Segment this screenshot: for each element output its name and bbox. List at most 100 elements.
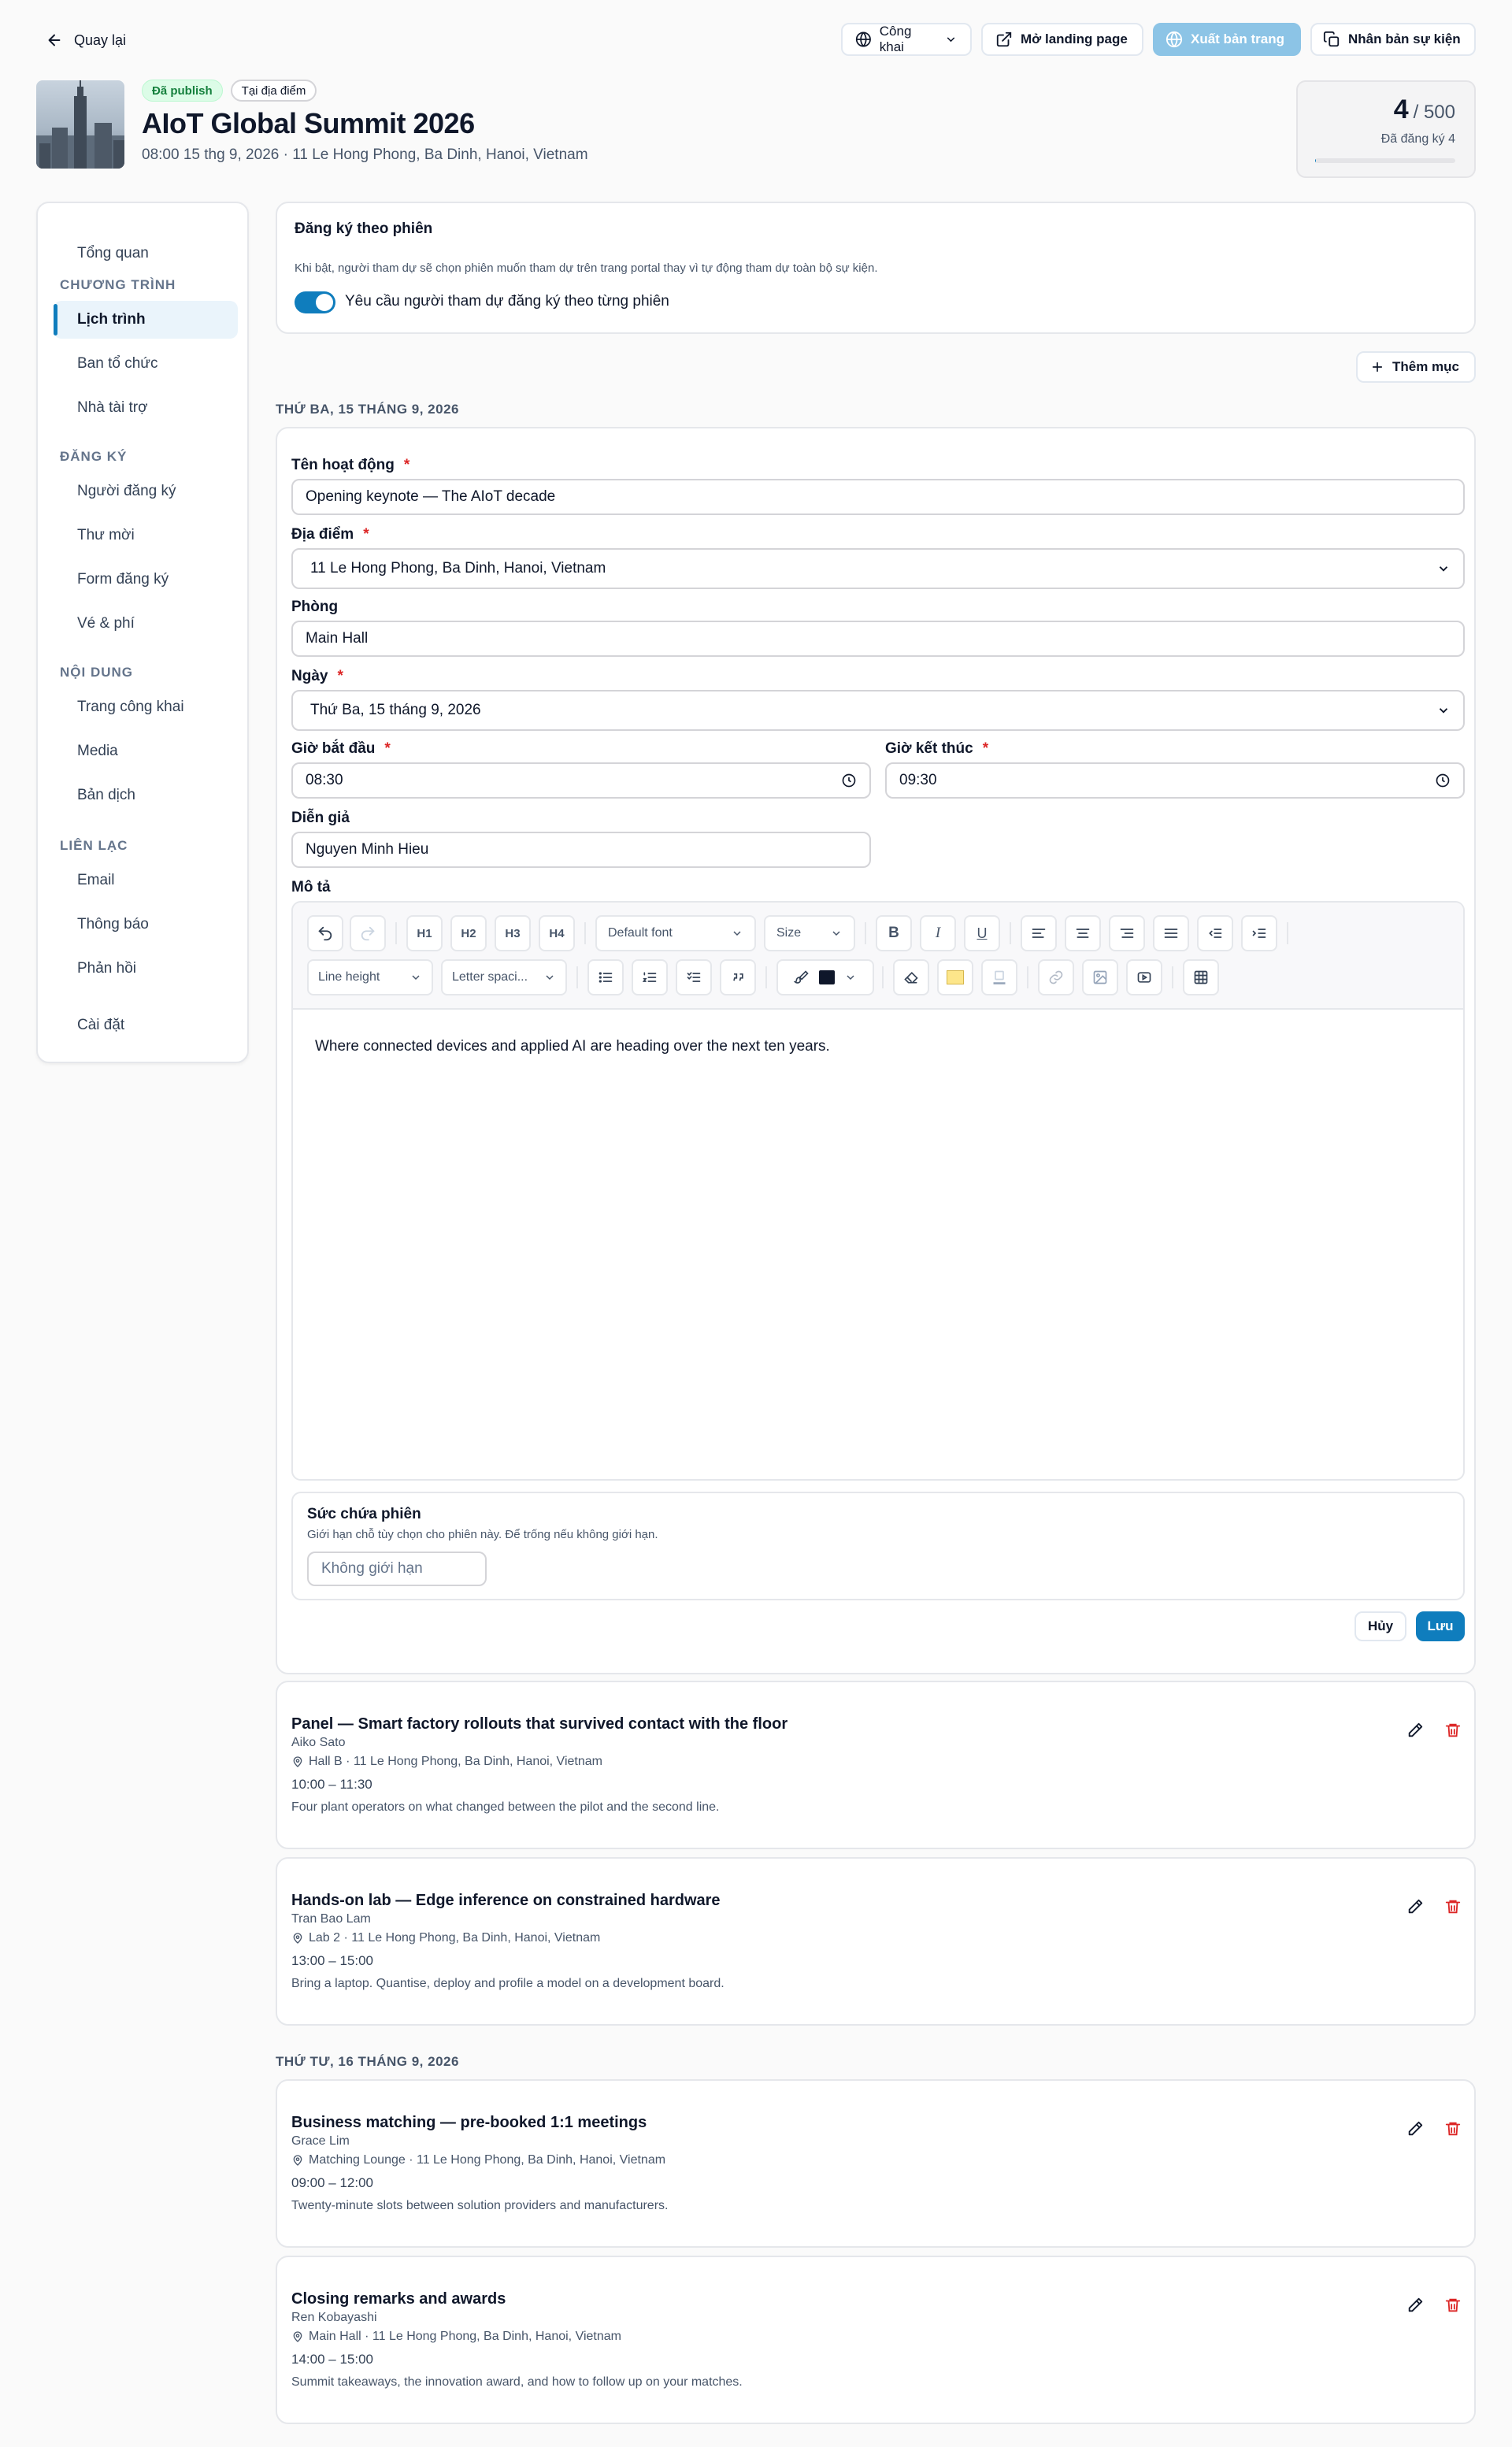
sidebar-item-registrants[interactable]: Người đăng ký <box>54 473 238 510</box>
highlight-swatch <box>947 970 964 984</box>
activity-speaker: Aiko Sato <box>291 1736 346 1749</box>
sidebar-item-email[interactable]: Email <box>54 862 238 899</box>
delete-activity-button[interactable] <box>1444 1898 1462 1915</box>
line-height-select[interactable]: Line height <box>307 959 433 995</box>
sidebar-item-label: Form đăng ký <box>77 571 169 588</box>
redo-button[interactable] <box>350 915 386 951</box>
align-justify-button[interactable] <box>1153 915 1189 951</box>
image-button[interactable] <box>1082 959 1118 995</box>
delete-activity-button[interactable] <box>1444 2297 1462 2314</box>
ordered-list-icon <box>642 972 657 982</box>
open-landing-button[interactable]: Mở landing page <box>981 23 1143 56</box>
ordered-list-button[interactable] <box>632 959 668 995</box>
activity-name-input[interactable]: Opening keynote — The AIoT decade <box>291 479 1465 515</box>
activity-location: Matching Lounge · 11 Le Hong Phong, Ba D… <box>291 2153 665 2167</box>
align-left-button[interactable] <box>1021 915 1057 951</box>
date-select[interactable]: Thứ Ba, 15 tháng 9, 2026 <box>291 690 1465 731</box>
speaker-input[interactable]: Nguyen Minh Hieu <box>291 832 871 868</box>
toolbar-divider <box>882 966 884 988</box>
delete-activity-button[interactable] <box>1444 1722 1462 1739</box>
activity-time: 13:00 – 15:00 <box>291 1953 373 1968</box>
pencil-icon <box>1408 2121 1423 2136</box>
sidebar-item-public-page[interactable]: Trang công khai <box>54 688 238 726</box>
letter-spacing-select[interactable]: Letter spaci... <box>441 959 567 995</box>
sidebar-item-schedule[interactable]: Lịch trình <box>54 301 238 339</box>
indent-button[interactable] <box>1241 915 1277 951</box>
sidebar-item-translations[interactable]: Bản dịch <box>54 777 238 814</box>
align-center-button[interactable] <box>1065 915 1101 951</box>
clock-icon[interactable] <box>1435 773 1451 788</box>
activity-card[interactable]: Hands-on lab — Edge inference on constra… <box>276 1857 1476 2026</box>
heading-1-button[interactable]: H1 <box>406 915 443 951</box>
activity-card[interactable]: Closing remarks and awards Ren Kobayashi… <box>276 2256 1476 2424</box>
toolbar-divider <box>865 922 866 944</box>
text-color-picker[interactable] <box>776 959 874 995</box>
toolbar-divider <box>1287 922 1288 944</box>
link-button[interactable] <box>1038 959 1074 995</box>
highlight-button[interactable] <box>937 959 973 995</box>
delete-activity-button[interactable] <box>1444 2120 1462 2137</box>
sidebar-heading-contact: LIÊN LẠC <box>60 838 128 853</box>
edit-activity-button[interactable] <box>1406 2297 1424 2314</box>
plus-icon <box>1372 361 1383 373</box>
publish-button[interactable]: Xuất bản trang <box>1153 23 1301 56</box>
heading-2-button[interactable]: H2 <box>450 915 487 951</box>
sidebar-item-notifications[interactable]: Thông báo <box>54 906 238 944</box>
outdent-button[interactable] <box>1197 915 1233 951</box>
background-color-button[interactable] <box>981 959 1017 995</box>
undo-button[interactable] <box>307 915 343 951</box>
session-capacity-input[interactable]: Không giới hạn <box>307 1552 487 1586</box>
video-button[interactable] <box>1126 959 1162 995</box>
italic-button[interactable]: I <box>920 915 956 951</box>
session-registration-toggle[interactable] <box>295 291 335 313</box>
bold-button[interactable]: B <box>876 915 912 951</box>
activity-speaker: Tran Bao Lam <box>291 1912 371 1926</box>
underline-button[interactable]: U <box>964 915 1000 951</box>
location-select[interactable]: 11 Le Hong Phong, Ba Dinh, Hanoi, Vietna… <box>291 548 1465 589</box>
back-button[interactable]: Quay lại <box>46 28 126 52</box>
font-family-select[interactable]: Default font <box>595 915 756 951</box>
edit-activity-button[interactable] <box>1406 1898 1424 1915</box>
link-icon <box>1049 970 1063 984</box>
room-input[interactable]: Main Hall <box>291 621 1465 657</box>
sidebar-heading-program: CHƯƠNG TRÌNH <box>60 277 176 292</box>
heading-3-button[interactable]: H3 <box>495 915 531 951</box>
activity-card[interactable]: Panel — Smart factory rollouts that surv… <box>276 1681 1476 1849</box>
cancel-button[interactable]: Hủy <box>1354 1611 1406 1641</box>
save-button[interactable]: Lưu <box>1416 1611 1465 1641</box>
sidebar-item-feedback[interactable]: Phản hồi <box>54 950 238 988</box>
sidebar-item-media[interactable]: Media <box>54 732 238 770</box>
chevron-down-icon <box>832 931 840 936</box>
sidebar-item-overview[interactable]: Tổng quan <box>54 235 238 273</box>
sidebar-item-sponsors[interactable]: Nhà tài trợ <box>54 389 238 427</box>
font-size-select[interactable]: Size <box>764 915 855 951</box>
start-time-input[interactable]: 08:30 <box>291 762 871 799</box>
clock-icon[interactable] <box>841 773 857 788</box>
session-registration-title: Đăng ký theo phiên <box>295 221 433 237</box>
add-item-button[interactable]: Thêm mục <box>1356 351 1476 383</box>
sidebar-item-settings[interactable]: Cài đặt <box>54 1007 238 1044</box>
table-button[interactable] <box>1183 959 1219 995</box>
edit-activity-button[interactable] <box>1406 1722 1424 1739</box>
align-right-button[interactable] <box>1109 915 1145 951</box>
editor-toolbar: H1 H2 H3 H4 Default font Size B I U Line… <box>293 903 1463 1010</box>
sidebar-item-tickets[interactable]: Vé & phí <box>54 605 238 643</box>
registration-counter: 4 / 500 Đã đăng ký 4 <box>1296 80 1476 178</box>
sidebar-item-organizers[interactable]: Ban tổ chức <box>54 345 238 383</box>
visibility-dropdown[interactable]: Công khai <box>841 23 972 56</box>
task-list-button[interactable] <box>676 959 712 995</box>
clear-format-button[interactable] <box>893 959 929 995</box>
activity-card[interactable]: Business matching — pre-booked 1:1 meeti… <box>276 2079 1476 2248</box>
heading-4-button[interactable]: H4 <box>539 915 575 951</box>
chevron-down-icon <box>1439 566 1448 572</box>
sidebar-item-invitations[interactable]: Thư mời <box>54 517 238 554</box>
editor-content[interactable]: Where connected devices and applied AI a… <box>315 1038 830 1055</box>
blockquote-button[interactable] <box>720 959 756 995</box>
edit-activity-button[interactable] <box>1406 2120 1424 2137</box>
sidebar-item-registration-form[interactable]: Form đăng ký <box>54 561 238 599</box>
bullet-list-button[interactable] <box>587 959 624 995</box>
duplicate-event-button[interactable]: Nhân bản sự kiện <box>1310 23 1476 56</box>
name-field-label: Tên hoạt động * <box>291 457 410 473</box>
end-time-input[interactable]: 09:30 <box>885 762 1465 799</box>
save-label: Lưu <box>1427 1618 1454 1633</box>
